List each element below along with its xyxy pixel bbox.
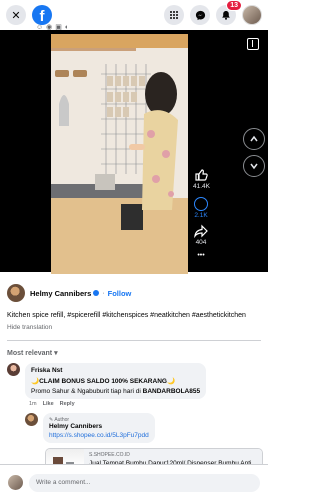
verified-icon — [93, 290, 100, 296]
follow-button[interactable]: Follow — [108, 289, 132, 298]
share-icon — [194, 224, 208, 238]
comment-meta: 1m Like Reply — [29, 401, 261, 407]
camera-icon[interactable]: ◉ — [46, 24, 55, 31]
post-caption: Kitchen spice refill, #spicerefill #kitc… — [7, 312, 246, 319]
separator-dot: · — [102, 289, 105, 297]
comment-sort-label: Most relevant — [7, 350, 53, 358]
comment-time: 1m — [29, 401, 37, 408]
like-action[interactable]: 41.4K — [193, 168, 210, 190]
video-viewer[interactable]: 41.4K 2.1K 404 ••• — [0, 30, 268, 274]
top-bar-actions: 13 — [164, 0, 262, 25]
author-name[interactable]: Helmy Cannibers — [30, 289, 91, 298]
emoji-icon[interactable]: ☺ — [36, 24, 46, 31]
comment-bubble: Friska Nst 🌙CLAIM BONUS SALDO 100% SEKAR… — [25, 363, 207, 400]
reply-link[interactable]: https://s.shopee.co.id/5L3pFu7pdd — [49, 432, 149, 439]
current-user-avatar — [8, 475, 23, 490]
reply-author-avatar[interactable] — [25, 413, 38, 427]
post-author-row: Helmy Cannibers · Follow — [7, 284, 261, 302]
reel-video-frame[interactable] — [51, 34, 188, 274]
comment-bold-text: BANDARBOLA855 — [142, 388, 201, 396]
author-avatar[interactable] — [7, 284, 25, 302]
comment-item: Friska Nst 🌙CLAIM BONUS SALDO 100% SEKAR… — [7, 363, 261, 400]
more-options-icon[interactable]: ••• — [193, 252, 209, 259]
gif-icon[interactable]: ▣ — [55, 24, 65, 31]
thumbs-up-icon — [195, 169, 208, 181]
divider — [7, 340, 261, 342]
notification-count-badge: 13 — [226, 0, 242, 11]
comment-text-line: 🌙CLAIM BONUS SALDO 100% SEKARANG🌙 — [31, 378, 176, 386]
comment-action[interactable]: 2.1K — [193, 197, 209, 219]
facebook-logo-icon[interactable]: f — [32, 5, 52, 25]
reply-bubble: ✎ Author Helmy Cannibers https://s.shope… — [43, 413, 155, 444]
comment-composer: Write a comment... — [0, 464, 268, 500]
messenger-icon[interactable] — [190, 5, 210, 25]
commenter-name[interactable]: Friska Nst — [31, 367, 200, 374]
previous-video-icon[interactable] — [243, 128, 265, 150]
commenter-avatar[interactable] — [7, 363, 20, 377]
composer-tools: ☺◉▣◐ — [36, 23, 72, 31]
menu-grid-icon[interactable] — [164, 5, 184, 25]
comment-icon — [194, 197, 208, 211]
notifications-icon[interactable]: 13 — [216, 0, 242, 25]
comment-text-line: Promo Sahur & Ngabuburit tiap hari di BA… — [31, 388, 200, 395]
chevron-down-icon: ▾ — [54, 350, 58, 358]
comment-reply-button[interactable]: Reply — [60, 401, 75, 407]
like-count: 41.4K — [193, 183, 210, 190]
comment-like-button[interactable]: Like — [43, 401, 54, 407]
next-video-icon[interactable] — [243, 155, 265, 177]
hide-translation-link[interactable]: Hide translation — [7, 324, 261, 331]
sticker-icon[interactable]: ◐ — [65, 24, 72, 31]
expand-icon[interactable] — [247, 38, 259, 50]
comment-sort-dropdown[interactable]: Most relevant ▾ — [7, 349, 261, 357]
share-count: 404 — [195, 239, 207, 246]
post-details: Helmy Cannibers · Follow Kitchen spice r… — [0, 272, 268, 493]
link-preview-domain: S.SHOPEE.CO.ID — [89, 452, 130, 459]
close-icon[interactable]: ✕ — [6, 5, 26, 25]
share-action[interactable]: 404 — [193, 224, 209, 246]
profile-avatar[interactable] — [242, 5, 262, 25]
reply-item: ✎ Author Helmy Cannibers https://s.shope… — [25, 413, 261, 444]
comment-text-prefix: Promo Sahur & Ngabuburit tiap hari di — [31, 388, 143, 396]
reply-author-name[interactable]: Helmy Cannibers — [49, 423, 149, 430]
comment-input[interactable]: Write a comment... — [29, 473, 260, 492]
comment-count: 2.1K — [194, 212, 208, 219]
